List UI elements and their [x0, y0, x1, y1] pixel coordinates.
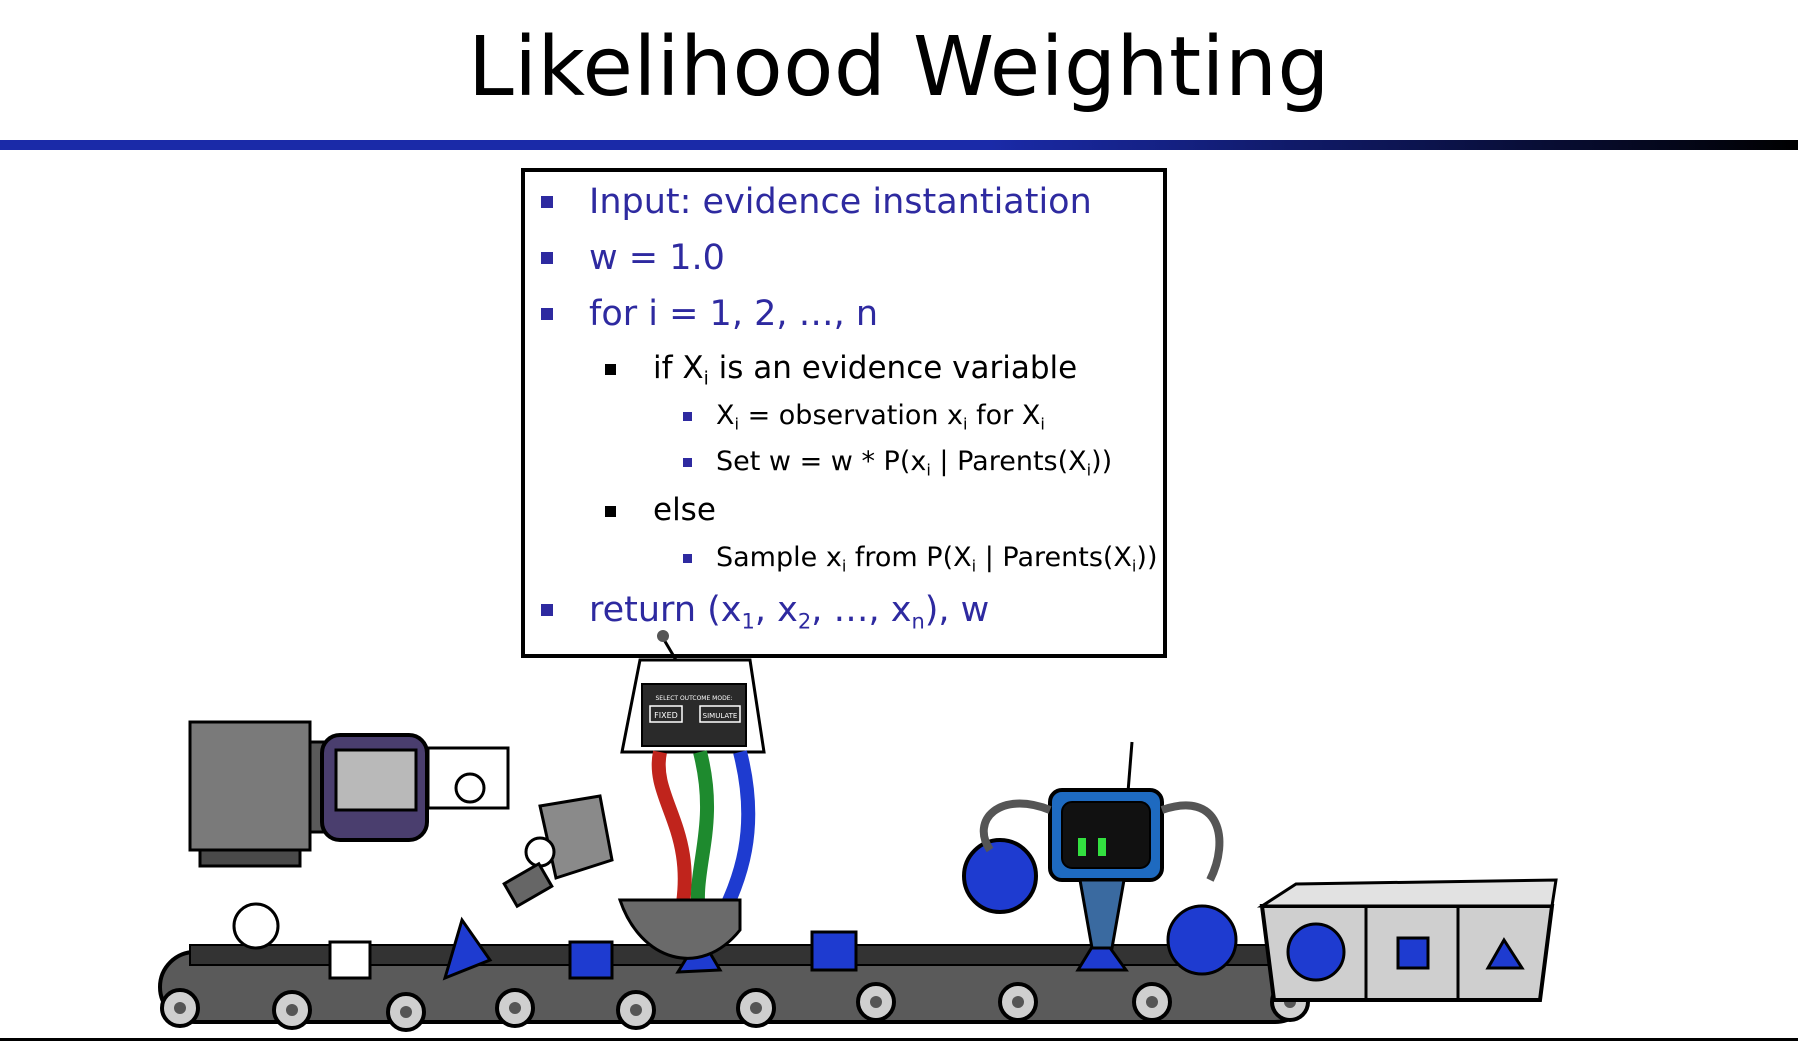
sorting-robot: [962, 741, 1224, 950]
algo-if-text: if Xi is an evidence variable: [653, 350, 1078, 390]
algo-if-line: if Xi is an evidence variable: [525, 350, 1165, 394]
bullet: [605, 506, 616, 517]
bullet: [683, 458, 692, 467]
algo-loop-line: for i = 1, 2, …, n: [525, 294, 1165, 338]
blue-cube-2: [810, 930, 858, 972]
algorithm-box: Input: evidence instantiation w = 1.0 fo…: [521, 168, 1167, 658]
algo-sample-text: Sample xi from P(Xi | Parents(Xi)): [716, 542, 1158, 576]
blue-pyramid: [675, 933, 723, 974]
algo-return-text: return (x1, x2, …, xn), w: [589, 590, 990, 634]
algo-init-line: w = 1.0: [525, 238, 1165, 282]
algo-input-text: Input: evidence instantiation: [589, 182, 1092, 222]
algo-else-text: else: [653, 492, 716, 528]
bullet: [683, 412, 692, 421]
slide-title: Likelihood Weighting: [468, 20, 1330, 115]
algo-assign-line: Xi = observation xi for Xi: [525, 400, 1165, 444]
blue-cube: [568, 940, 614, 980]
algo-init-text: w = 1.0: [589, 238, 725, 278]
bullet: [541, 196, 553, 208]
bullet: [605, 364, 616, 375]
sorting-bin: [1256, 878, 1558, 1002]
white-sphere: [232, 902, 280, 950]
algo-input-line: Input: evidence instantiation: [525, 182, 1165, 226]
algo-sample-line: Sample xi from P(Xi | Parents(Xi)): [525, 542, 1165, 586]
bullet: [541, 308, 553, 320]
algo-set-text: Set w = w * P(xi | Parents(Xi)): [716, 446, 1113, 480]
blue-pyramid-2: [1075, 931, 1129, 972]
bullet: [683, 554, 692, 563]
conveyor-belt: [158, 944, 1312, 1032]
stamping-robot: [502, 794, 742, 960]
algo-set-line: Set w = w * P(xi | Parents(Xi)): [525, 446, 1165, 490]
simulate-button-label: SIMULATE: [703, 712, 738, 720]
blue-pyramid-spray: [442, 916, 493, 981]
algo-loop-text: for i = 1, 2, …, n: [589, 294, 879, 334]
fixed-button-label: FIXED: [654, 711, 678, 720]
algo-else-line: else: [525, 492, 1165, 536]
bullet: [541, 604, 553, 616]
dispenser-machine: [188, 720, 510, 868]
algo-assign-text: Xi = observation xi for Xi: [716, 400, 1045, 434]
panel-caption: SELECT OUTCOME MODE:: [655, 695, 732, 702]
title-divider: [0, 140, 1798, 150]
algo-return-line: return (x1, x2, …, xn), w: [525, 590, 1165, 634]
control-panel-robot: SELECT OUTCOME MODE: FIXED SIMULATE: [620, 630, 766, 924]
bullet: [541, 252, 553, 264]
blue-sphere: [1166, 904, 1238, 976]
white-cube: [328, 940, 372, 980]
